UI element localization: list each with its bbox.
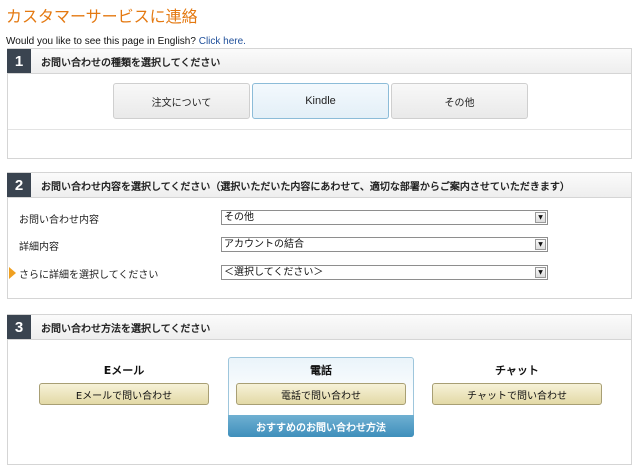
detail-value: アカウントの結合	[224, 239, 304, 250]
dropdown-arrow-icon: ▼	[535, 267, 546, 278]
recommended-label: おすすめのお問い合わせ方法	[228, 415, 414, 437]
step1-number: 1	[7, 49, 31, 73]
english-link[interactable]: Click here.	[199, 36, 246, 47]
step3-title: お問い合わせ方法を選択してください	[41, 323, 211, 335]
further-detail-select[interactable]: ＜選択してください＞ ▼	[221, 265, 548, 280]
email-heading: Eメール	[103, 364, 145, 377]
language-prompt-text: Would you like to see this page in Engli…	[6, 36, 196, 47]
inquiry-type-row: お問い合わせ内容 その他 ▼	[8, 210, 631, 226]
detail-select[interactable]: アカウントの結合 ▼	[221, 237, 548, 252]
dropdown-arrow-icon: ▼	[535, 212, 546, 223]
detail-label: 詳細内容	[19, 242, 59, 253]
step3-header: 3 お問い合わせ方法を選択してください	[7, 315, 631, 340]
detail-row: 詳細内容 アカウントの結合 ▼	[8, 237, 631, 253]
inquiry-type-value: その他	[224, 212, 254, 223]
step2-section: 2 お問い合わせ内容を選択してください（選択いただいた内容にあわせて、適切な部署…	[7, 172, 632, 299]
step2-header: 2 お問い合わせ内容を選択してください（選択いただいた内容にあわせて、適切な部署…	[7, 173, 631, 198]
step2-number: 2	[7, 173, 31, 197]
chat-contact-button[interactable]: チャットで問い合わせ	[432, 383, 602, 405]
inquiry-type-select[interactable]: その他 ▼	[221, 210, 548, 225]
chat-method: チャット チャットで問い合わせ	[431, 363, 603, 405]
step1-header: 1 お問い合わせの種類を選択してください	[7, 49, 631, 74]
inquiry-type-label: お問い合わせ内容	[19, 215, 99, 226]
language-prompt: Would you like to see this page in Engli…	[6, 36, 246, 47]
email-method: Eメール Eメールで問い合わせ	[38, 363, 210, 405]
category-options: 注文について Kindle その他	[113, 83, 530, 119]
category-orders-button[interactable]: 注文について	[113, 83, 250, 119]
step1-section: 1 お問い合わせの種類を選択してください 注文について Kindle その他	[7, 48, 632, 159]
category-kindle-button[interactable]: Kindle	[252, 83, 389, 119]
page-title: カスタマーサービスに連絡	[6, 7, 198, 26]
phone-heading: 電話	[310, 364, 332, 377]
current-step-arrow-icon	[9, 267, 16, 279]
further-detail-label: さらに詳細を選択してください	[19, 270, 159, 281]
divider	[8, 129, 631, 130]
phone-contact-button[interactable]: 電話で問い合わせ	[236, 383, 406, 405]
dropdown-arrow-icon: ▼	[535, 239, 546, 250]
step1-title: お問い合わせの種類を選択してください	[41, 57, 221, 69]
further-detail-row: さらに詳細を選択してください ＜選択してください＞ ▼	[8, 265, 631, 281]
phone-method: 電話 電話で問い合わせ	[235, 363, 407, 405]
step3-section: 3 お問い合わせ方法を選択してください おすすめのお問い合わせ方法 Eメール E…	[7, 314, 632, 465]
step2-title: お問い合わせ内容を選択してください（選択いただいた内容にあわせて、適切な部署から…	[41, 181, 570, 193]
further-detail-value: ＜選択してください＞	[224, 267, 324, 278]
category-other-button[interactable]: その他	[391, 83, 528, 119]
step3-number: 3	[7, 315, 31, 339]
email-contact-button[interactable]: Eメールで問い合わせ	[39, 383, 209, 405]
chat-heading: チャット	[495, 364, 539, 377]
